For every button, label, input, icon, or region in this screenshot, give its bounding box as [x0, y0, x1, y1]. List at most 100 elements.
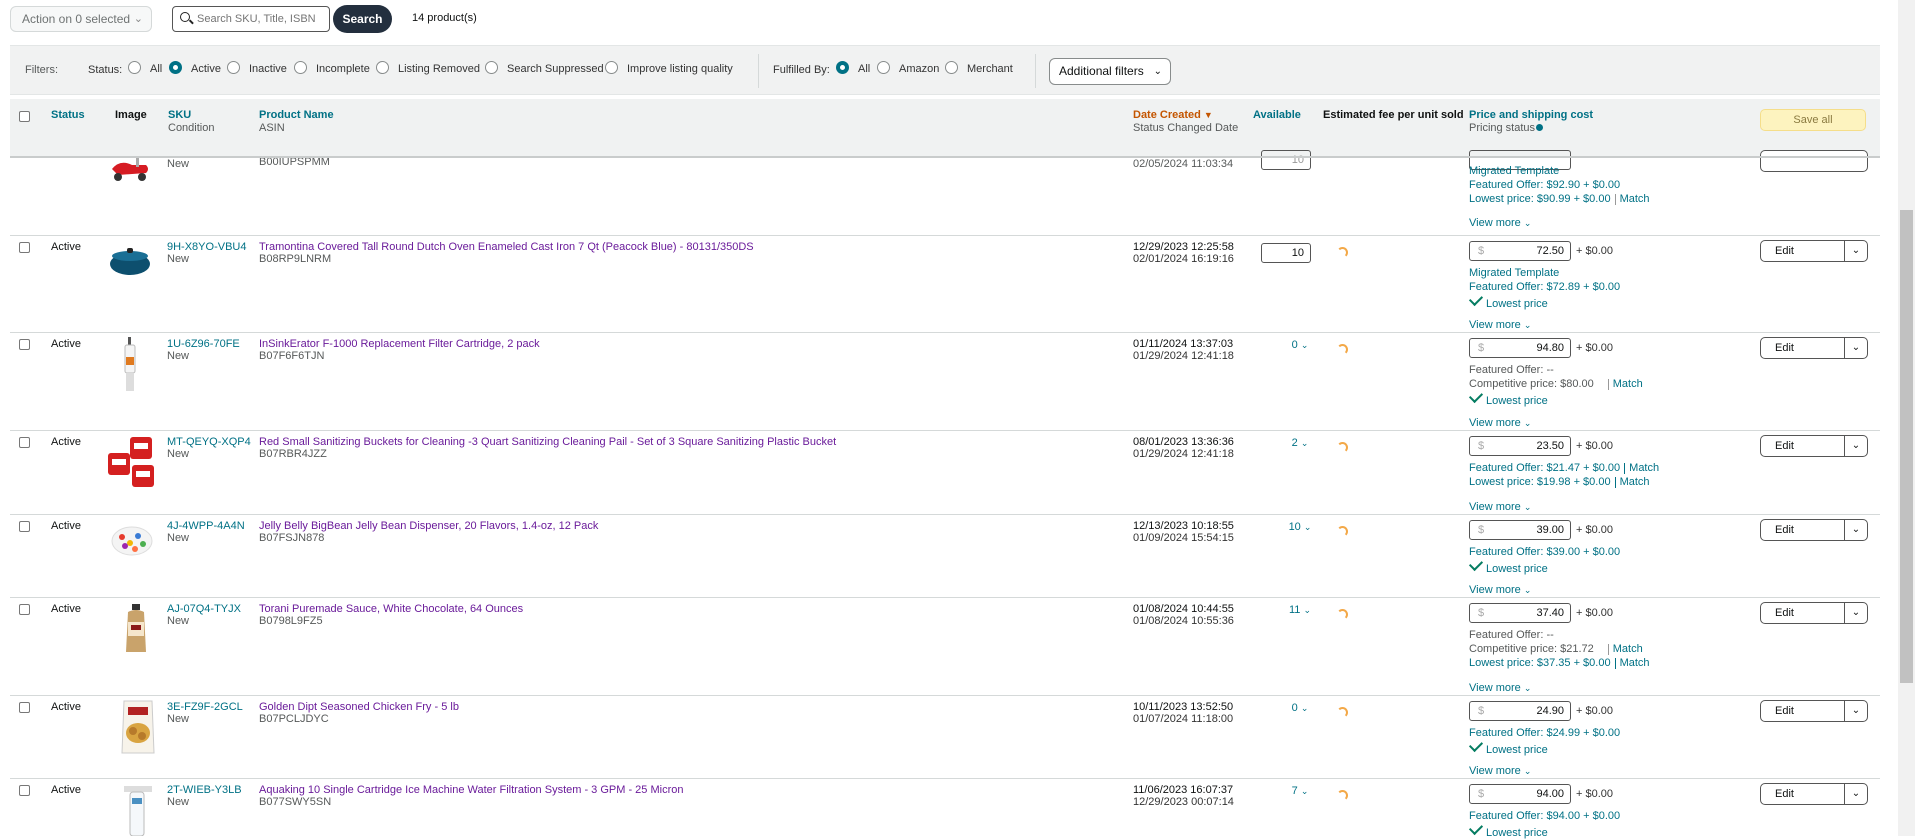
available-dropdown[interactable]: 7 ⌄: [1278, 785, 1322, 797]
view-more-link[interactable]: View more ⌄: [1469, 217, 1531, 229]
bulk-action-select[interactable]: Action on 0 selected ⌄: [10, 6, 152, 32]
edit-dropdown-chevron-icon[interactable]: ⌄: [1844, 520, 1867, 540]
select-all-checkbox[interactable]: [19, 111, 30, 122]
available-dropdown[interactable]: 10 ⌄: [1278, 521, 1322, 533]
product-image[interactable]: [110, 523, 154, 559]
radio-status-incomplete[interactable]: [294, 61, 307, 74]
view-more-link[interactable]: View more ⌄: [1469, 765, 1531, 777]
edit-button[interactable]: Edit: [1761, 784, 1845, 804]
row-checkbox[interactable]: [19, 437, 30, 448]
sku-link[interactable]: 4J-4WPP-4A4N New: [167, 520, 245, 544]
edit-button[interactable]: Edit: [1761, 241, 1845, 261]
sku-link[interactable]: 3E-FZ9F-2GCL New: [167, 701, 243, 725]
sku-link[interactable]: 1U-6Z96-70FE New: [167, 338, 240, 362]
view-more-link[interactable]: View more ⌄: [1469, 417, 1531, 429]
col-status[interactable]: Status: [51, 109, 85, 121]
sku-link[interactable]: MT-QEYQ-XQP4 New: [167, 436, 251, 460]
match-link[interactable]: Match: [1613, 378, 1643, 390]
info-icon[interactable]: [1536, 124, 1544, 131]
view-more-link[interactable]: View more ⌄: [1469, 501, 1531, 513]
available-input[interactable]: 10: [1261, 150, 1311, 170]
match-link[interactable]: Match: [1620, 476, 1650, 488]
search-input[interactable]: [197, 10, 325, 28]
product-name-link[interactable]: Red Small Sanitizing Buckets for Cleanin…: [259, 436, 836, 460]
price-input[interactable]: $72.50: [1469, 241, 1571, 261]
col-available[interactable]: Available: [1253, 109, 1301, 121]
price-input[interactable]: $37.40: [1469, 603, 1571, 623]
row-checkbox[interactable]: [19, 785, 30, 796]
available-dropdown[interactable]: 11 ⌄: [1278, 604, 1322, 616]
row-checkbox[interactable]: [19, 242, 30, 253]
row-checkbox[interactable]: [19, 521, 30, 532]
product-name-link[interactable]: InSinkErator F-1000 Replacement Filter C…: [259, 338, 540, 362]
product-name-link[interactable]: Tramontina Covered Tall Round Dutch Oven…: [259, 241, 754, 265]
condition: New: [167, 532, 190, 544]
available-input[interactable]: 10: [1261, 243, 1311, 263]
product-image[interactable]: [106, 435, 160, 489]
edit-button-group[interactable]: [1760, 150, 1868, 172]
product-image[interactable]: [124, 604, 148, 654]
row-checkbox[interactable]: [19, 339, 30, 350]
product-image[interactable]: [108, 246, 152, 276]
match-link[interactable]: Match: [1620, 657, 1650, 669]
col-date-created[interactable]: Date Created ▼ Status Changed Date: [1133, 109, 1238, 134]
available-dropdown[interactable]: 0 ⌄: [1278, 702, 1322, 714]
product-name-link[interactable]: Jelly Belly BigBean Jelly Bean Dispenser…: [259, 520, 598, 544]
view-more-link[interactable]: View more ⌄: [1469, 682, 1531, 694]
match-link[interactable]: Match: [1629, 462, 1659, 474]
product-image[interactable]: [120, 699, 156, 755]
view-more-link[interactable]: View more ⌄: [1469, 584, 1531, 596]
edit-button[interactable]: Edit: [1761, 436, 1845, 456]
radio-status-search-suppressed[interactable]: [485, 61, 498, 74]
scrollbar-thumb[interactable]: [1900, 210, 1913, 683]
col-price[interactable]: Price and shipping cost Pricing status: [1469, 109, 1593, 134]
edit-dropdown-chevron-icon[interactable]: ⌄: [1844, 338, 1867, 358]
status-filter-label: Status:: [88, 64, 123, 76]
radio-status-active[interactable]: [169, 61, 182, 74]
match-link[interactable]: Match: [1620, 193, 1650, 205]
radio-fulfilled-amazon[interactable]: [877, 61, 890, 74]
price-input[interactable]: $23.50: [1469, 436, 1571, 456]
condition: New: [167, 350, 190, 362]
search-button[interactable]: Search: [333, 5, 392, 33]
radio-status-inactive[interactable]: [227, 61, 240, 74]
radio-status-incomplete-label: Incomplete: [316, 63, 370, 75]
product-name-link[interactable]: Torani Puremade Sauce, White Chocolate, …: [259, 603, 523, 627]
price-input[interactable]: $24.90: [1469, 701, 1571, 721]
save-all-button[interactable]: Save all: [1760, 109, 1866, 131]
product-image[interactable]: [123, 337, 139, 393]
col-sku[interactable]: SKU Condition: [168, 109, 214, 134]
additional-filters-button[interactable]: Additional filters ⌄: [1049, 58, 1171, 85]
price-input[interactable]: $94.00: [1469, 784, 1571, 804]
row-checkbox[interactable]: [19, 604, 30, 615]
match-link[interactable]: Match: [1613, 643, 1643, 655]
price-input[interactable]: $39.00: [1469, 520, 1571, 540]
col-product-name[interactable]: Product Name ASIN: [259, 109, 334, 134]
edit-button[interactable]: Edit: [1761, 603, 1845, 623]
radio-status-listing-removed[interactable]: [376, 61, 389, 74]
sku-link[interactable]: 2T-WIEB-Y3LB New: [167, 784, 242, 808]
sku-link[interactable]: 9H-X8YO-VBU4 New: [167, 241, 246, 265]
edit-dropdown-chevron-icon[interactable]: ⌄: [1844, 701, 1867, 721]
edit-dropdown-chevron-icon[interactable]: ⌄: [1844, 784, 1867, 804]
row-checkbox[interactable]: [19, 702, 30, 713]
price-input[interactable]: $94.80: [1469, 338, 1571, 358]
edit-dropdown-chevron-icon[interactable]: ⌄: [1844, 603, 1867, 623]
edit-dropdown-chevron-icon[interactable]: ⌄: [1844, 436, 1867, 456]
edit-button[interactable]: Edit: [1761, 701, 1845, 721]
radio-fulfilled-merchant[interactable]: [945, 61, 958, 74]
search-box[interactable]: [172, 6, 330, 32]
product-image[interactable]: [118, 784, 158, 836]
available-dropdown[interactable]: 0 ⌄: [1278, 339, 1322, 351]
radio-fulfilled-all[interactable]: [836, 61, 849, 74]
available-dropdown[interactable]: 2 ⌄: [1278, 437, 1322, 449]
view-more-link[interactable]: View more ⌄: [1469, 319, 1531, 331]
product-name-link[interactable]: Golden Dipt Seasoned Chicken Fry - 5 lb B…: [259, 701, 459, 725]
radio-status-improve-listing[interactable]: [605, 61, 618, 74]
edit-dropdown-chevron-icon[interactable]: ⌄: [1844, 241, 1867, 261]
product-name-link[interactable]: Aquaking 10 Single Cartridge Ice Machine…: [259, 784, 683, 808]
edit-button[interactable]: Edit: [1761, 338, 1845, 358]
sku-link[interactable]: AJ-07Q4-TYJX New: [167, 603, 241, 627]
edit-button[interactable]: Edit: [1761, 520, 1845, 540]
radio-status-all[interactable]: [128, 61, 141, 74]
